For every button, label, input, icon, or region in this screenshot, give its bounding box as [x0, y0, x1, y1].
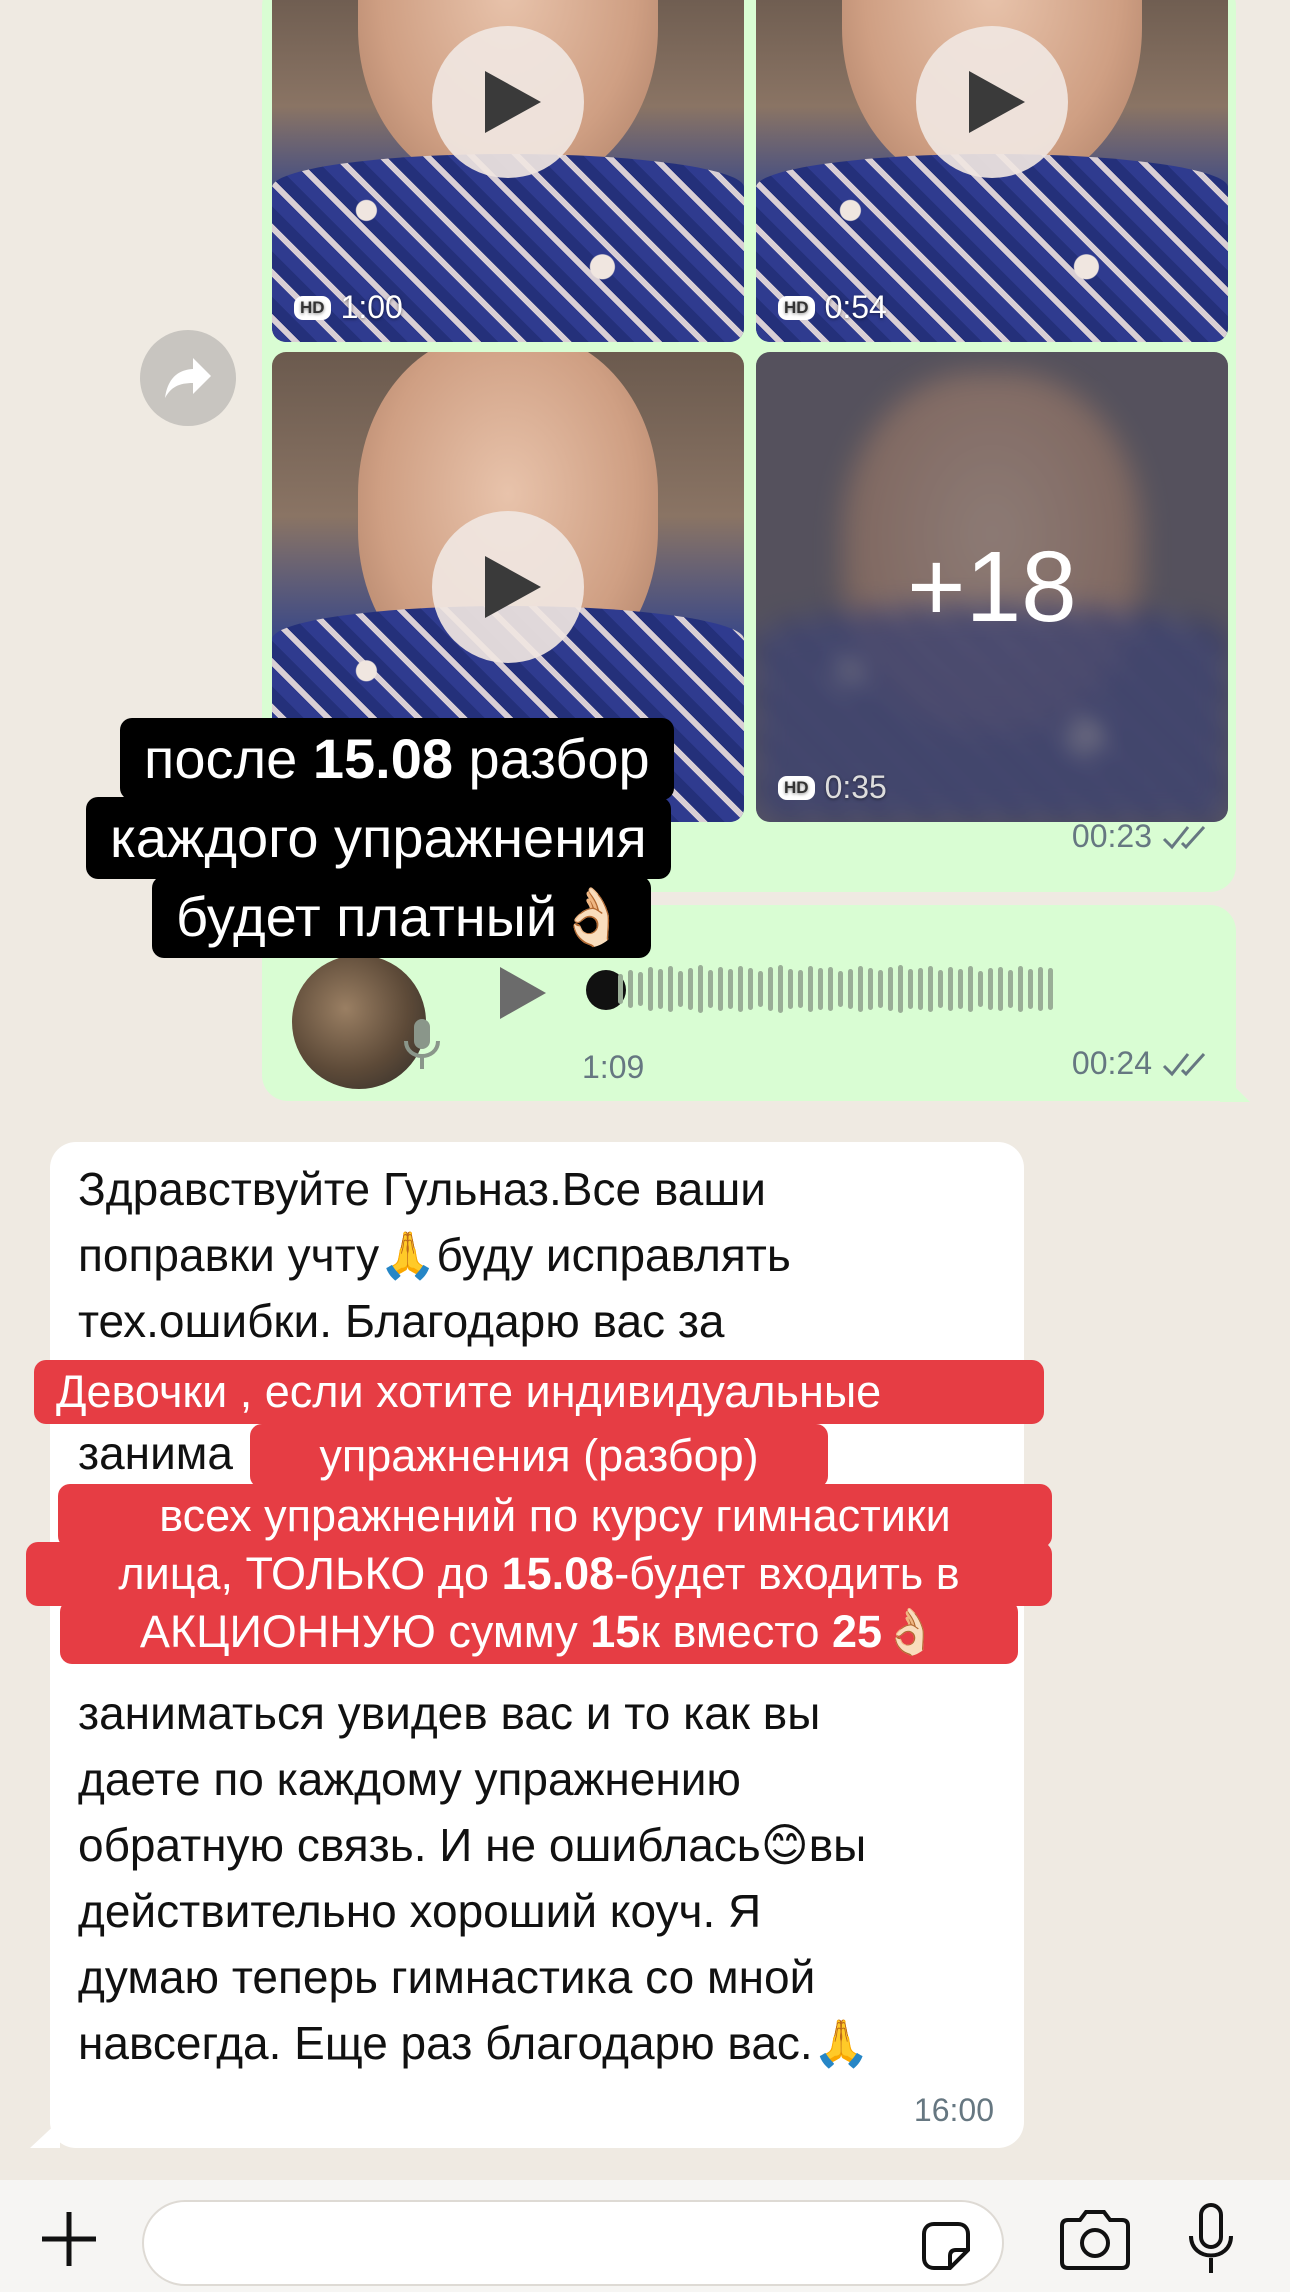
waveform-bar — [848, 969, 853, 1009]
waveform-bar — [838, 971, 843, 1007]
waveform-bar — [868, 968, 873, 1010]
forward-icon — [165, 358, 211, 398]
waveform-bar — [1018, 966, 1023, 1012]
waveform-bar — [668, 966, 673, 1012]
waveform-bar — [638, 972, 643, 1006]
waveform-bar — [928, 966, 933, 1012]
waveform-bar — [888, 967, 893, 1011]
promo-line: АКЦИОННУЮ сумму 15к вместо 25👌🏻 — [60, 1600, 1018, 1664]
waveform-bar — [908, 969, 913, 1009]
waveform-bar — [658, 969, 663, 1009]
caption-line: будет платный👌🏻 — [152, 876, 651, 958]
message-line: заниматься увидев вас и то как вы — [78, 1687, 821, 1739]
waveform-bar — [898, 965, 903, 1013]
play-icon[interactable] — [498, 965, 548, 1021]
message-line: Здравствуйте Гульназ.Все ваши — [78, 1163, 766, 1215]
play-icon[interactable] — [916, 26, 1068, 178]
promo-line: упражнения (разбор) — [250, 1424, 828, 1488]
video-duration: HD 0:54 — [778, 289, 887, 326]
more-media-count: +18 — [907, 530, 1077, 643]
play-icon[interactable] — [432, 26, 584, 178]
waveform-bar — [768, 967, 773, 1011]
message-line: даете по каждому упражнению — [78, 1753, 741, 1805]
waveform-bar — [988, 968, 993, 1010]
waveform-bar — [808, 966, 813, 1012]
waveform-bar — [628, 970, 633, 1008]
message-input-bar — [0, 2180, 1290, 2292]
waveform-bar — [968, 966, 973, 1012]
message-timestamp: 00:24 — [1072, 1045, 1210, 1082]
message-line: обратную связь. И не ошиблась😊вы — [78, 1818, 867, 1872]
waveform-bar — [698, 965, 703, 1013]
caption-line: каждого упражнения — [86, 797, 671, 879]
waveform-bar — [1048, 968, 1053, 1010]
promo-line: лица, ТОЛЬКО до 15.08-будет входить в — [26, 1542, 1052, 1606]
promo-line: Девочки , если хотите индивидуальные — [34, 1360, 1044, 1424]
message-timestamp: 00:23 — [1072, 818, 1210, 855]
waveform-bar — [648, 967, 653, 1011]
video-duration: HD 1:00 — [294, 289, 403, 326]
waveform-bar — [1028, 969, 1033, 1009]
camera-icon[interactable] — [1058, 2210, 1132, 2270]
waveform-bar — [788, 969, 793, 1009]
waveform-bar — [948, 967, 953, 1011]
voice-waveform[interactable] — [618, 965, 1053, 1013]
caption-line: после 15.08 разбор — [120, 718, 674, 800]
waveform-bar — [1008, 970, 1013, 1008]
video-duration: HD 0:35 — [778, 769, 887, 806]
waveform-bar — [688, 968, 693, 1010]
play-icon[interactable] — [432, 511, 584, 663]
video-thumbnail-2[interactable]: HD 0:54 — [756, 0, 1228, 342]
waveform-bar — [828, 967, 833, 1011]
waveform-bar — [798, 970, 803, 1008]
mic-icon[interactable] — [1186, 2202, 1236, 2276]
message-line: поправки учту🙏буду исправлять — [78, 1228, 791, 1282]
waveform-bar — [728, 969, 733, 1009]
message-line: действительно хороший коуч. Я — [78, 1885, 762, 1937]
waveform-bar — [678, 971, 683, 1007]
promo-line: всех упражнений по курсу гимнастики — [58, 1484, 1052, 1548]
sticker-icon[interactable] — [920, 2220, 972, 2272]
waveform-bar — [918, 968, 923, 1010]
message-line: думаю теперь гимнастика со мной — [78, 1951, 816, 2003]
waveform-bar — [738, 966, 743, 1012]
waveform-bar — [938, 970, 943, 1008]
video-thumbnail-more[interactable]: +18 HD 0:35 — [756, 352, 1228, 822]
message-input[interactable] — [142, 2200, 1004, 2286]
waveform-bar — [958, 969, 963, 1009]
double-check-icon — [1162, 1052, 1206, 1076]
waveform-bar — [1038, 967, 1043, 1011]
video-thumbnail-1[interactable]: HD 1:00 — [272, 0, 744, 342]
waveform-bar — [708, 970, 713, 1008]
waveform-bar — [748, 968, 753, 1010]
waveform-bar — [618, 974, 623, 1004]
double-check-icon — [1162, 825, 1206, 849]
waveform-bar — [818, 968, 823, 1010]
waveform-bar — [978, 971, 983, 1007]
forward-button[interactable] — [140, 330, 236, 426]
waveform-bar — [718, 967, 723, 1011]
waveform-bar — [998, 967, 1003, 1011]
waveform-bar — [758, 971, 763, 1007]
waveform-bar — [878, 970, 883, 1008]
message-timestamp: 16:00 — [913, 2092, 994, 2128]
waveform-bar — [858, 966, 863, 1012]
plus-icon[interactable] — [38, 2208, 100, 2270]
message-line: тех.ошибки. Благодарю вас за — [78, 1295, 725, 1347]
message-line: навсегда. Еще раз благодарю вас.🙏 — [78, 2016, 870, 2070]
message-line: занима — [78, 1427, 233, 1479]
mic-icon — [404, 1019, 440, 1069]
waveform-bar — [778, 965, 783, 1013]
voice-duration: 1:09 — [582, 1049, 645, 1085]
